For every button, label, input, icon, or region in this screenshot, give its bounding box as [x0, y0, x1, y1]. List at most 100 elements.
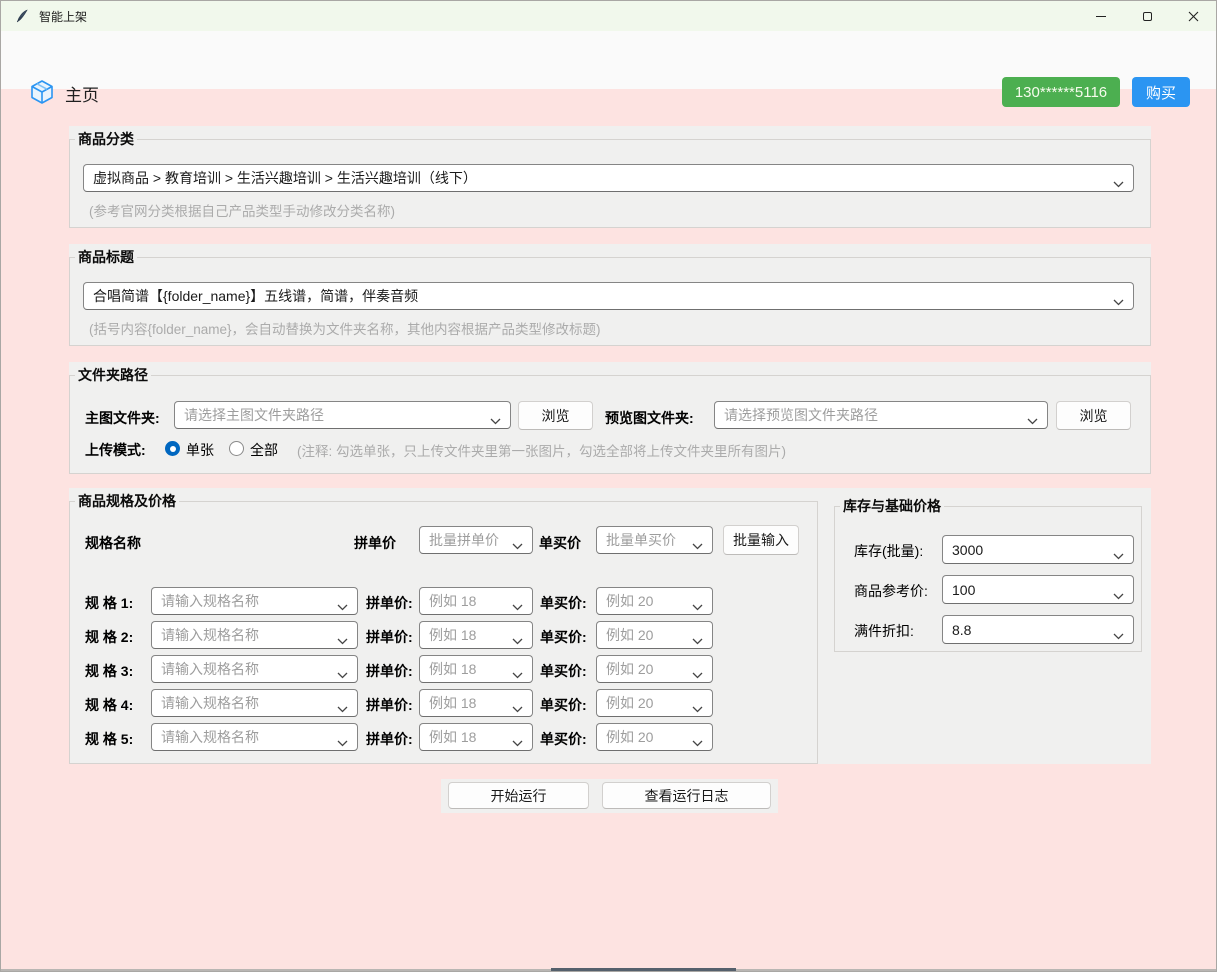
stock-section: 库存与基础价格 库存(批量): 3000 商品参考价: 100 满件折扣: 8.… [834, 493, 1142, 652]
app-feather-icon [14, 8, 30, 24]
stock-field-value: 3000 [952, 542, 983, 558]
chevron-down-icon [692, 537, 703, 555]
main-folder-label: 主图文件夹: [85, 408, 160, 428]
category-combobox[interactable]: 虚拟商品 > 教育培训 > 生活兴趣培训 > 生活兴趣培训（线下） [83, 164, 1134, 192]
group-price-combobox[interactable]: 例如 18 [419, 689, 533, 717]
chevron-down-icon [490, 412, 501, 430]
stock-field-label: 库存(批量): [854, 541, 923, 561]
chevron-down-icon [337, 598, 348, 616]
browse-preview-button[interactable]: 浏览 [1056, 401, 1131, 430]
single-price-combobox[interactable]: 例如 20 [596, 655, 713, 683]
minimize-button[interactable] [1078, 1, 1124, 31]
chevron-down-icon [692, 632, 703, 650]
maximize-button[interactable] [1124, 1, 1170, 31]
spec-name-header: 规格名称 [85, 533, 141, 553]
view-log-button[interactable]: 查看运行日志 [602, 782, 771, 809]
stock-field-value: 100 [952, 582, 975, 598]
group-price-combobox[interactable]: 例如 18 [419, 723, 533, 751]
chevron-down-icon [1113, 175, 1124, 193]
chevron-down-icon [1027, 412, 1038, 430]
account-phone-button[interactable]: 130******5116 [1002, 77, 1120, 107]
stock-field-label: 商品参考价: [854, 581, 928, 601]
stock-field-label: 满件折扣: [854, 621, 914, 641]
title-combobox[interactable]: 合唱简谱【{folder_name}】五线谱，简谱，伴奏音频 [83, 282, 1134, 310]
chevron-down-icon [337, 666, 348, 684]
close-button[interactable] [1170, 1, 1216, 31]
radio-single-label[interactable]: 单张 [186, 440, 214, 460]
spec-row-label: 规 格 3: [85, 661, 133, 681]
group-price-placeholder: 例如 18 [429, 591, 476, 611]
row-group-price-label: 拼单价: [366, 695, 413, 715]
spec-name-combobox[interactable]: 请输入规格名称 [151, 621, 358, 649]
stock-section-title: 库存与基础价格 [840, 496, 944, 516]
title-section-title: 商品标题 [75, 247, 137, 267]
group-price-combobox[interactable]: 例如 18 [419, 621, 533, 649]
group-price-placeholder: 例如 18 [429, 727, 476, 747]
row-group-price-label: 拼单价: [366, 627, 413, 647]
row-single-price-label: 单买价: [540, 627, 587, 647]
preview-folder-placeholder: 请选择预览图文件夹路径 [724, 405, 878, 425]
spec-name-combobox[interactable]: 请输入规格名称 [151, 587, 358, 615]
single-price-placeholder: 例如 20 [606, 625, 653, 645]
chevron-down-icon [692, 700, 703, 718]
row-single-price-label: 单买价: [540, 695, 587, 715]
batch-group-price-combobox[interactable]: 批量拼单价 [419, 526, 533, 554]
group-price-combobox[interactable]: 例如 18 [419, 655, 533, 683]
spec-name-placeholder: 请输入规格名称 [161, 727, 259, 747]
spec-name-combobox[interactable]: 请输入规格名称 [151, 723, 358, 751]
preview-folder-combobox[interactable]: 请选择预览图文件夹路径 [714, 401, 1048, 429]
group-price-combobox[interactable]: 例如 18 [419, 587, 533, 615]
chevron-down-icon [1113, 627, 1124, 645]
spec-section: 商品规格及价格 规格名称 拼单价 批量拼单价 单买价 批量单买价 批量输入 规 … [69, 488, 818, 764]
batch-single-price-placeholder: 批量单买价 [606, 530, 676, 550]
single-price-combobox[interactable]: 例如 20 [596, 723, 713, 751]
chevron-down-icon [1113, 587, 1124, 605]
row-group-price-label: 拼单价: [366, 593, 413, 613]
single-price-combobox[interactable]: 例如 20 [596, 689, 713, 717]
row-group-price-label: 拼单价: [366, 729, 413, 749]
buy-button[interactable]: 购买 [1132, 77, 1190, 107]
spec-name-combobox[interactable]: 请输入规格名称 [151, 655, 358, 683]
main-folder-combobox[interactable]: 请选择主图文件夹路径 [174, 401, 511, 429]
stock-field-combobox[interactable]: 8.8 [942, 615, 1134, 644]
folder-section-title: 文件夹路径 [75, 365, 151, 385]
radio-all[interactable] [229, 441, 244, 456]
batch-single-price-combobox[interactable]: 批量单买价 [596, 526, 713, 554]
title-bar: 智能上架 [1, 1, 1216, 31]
chevron-down-icon [337, 700, 348, 718]
folder-section: 文件夹路径 主图文件夹: 请选择主图文件夹路径 浏览 预览图文件夹: 请选择预览… [69, 362, 1151, 474]
single-price-combobox[interactable]: 例如 20 [596, 587, 713, 615]
single-price-placeholder: 例如 20 [606, 693, 653, 713]
title-hint: (括号内容{folder_name}，会自动替换为文件夹名称，其他内容根据产品类… [89, 318, 601, 338]
row-single-price-label: 单买价: [540, 729, 587, 749]
chevron-down-icon [337, 632, 348, 650]
spec-row-label: 规 格 4: [85, 695, 133, 715]
spec-row-label: 规 格 2: [85, 627, 133, 647]
title-section: 商品标题 合唱简谱【{folder_name}】五线谱，简谱，伴奏音频 (括号内… [69, 244, 1151, 346]
start-run-button[interactable]: 开始运行 [448, 782, 589, 809]
batch-input-button[interactable]: 批量输入 [723, 525, 799, 555]
single-price-combobox[interactable]: 例如 20 [596, 621, 713, 649]
spec-name-placeholder: 请输入规格名称 [161, 659, 259, 679]
stock-field-combobox[interactable]: 100 [942, 575, 1134, 604]
chevron-down-icon [337, 734, 348, 752]
lower-band: 商品规格及价格 规格名称 拼单价 批量拼单价 单买价 批量单买价 批量输入 规 … [69, 488, 1151, 764]
chevron-down-icon [692, 598, 703, 616]
radio-single[interactable] [165, 441, 180, 456]
browse-main-button[interactable]: 浏览 [518, 401, 593, 430]
chevron-down-icon [1113, 547, 1124, 565]
chevron-down-icon [512, 700, 523, 718]
chevron-down-icon [1113, 293, 1124, 311]
header-bar: 主页 130******5116 购买 [1, 31, 1216, 89]
main-folder-placeholder: 请选择主图文件夹路径 [184, 405, 324, 425]
upload-mode-label: 上传模式: [85, 440, 146, 460]
spec-name-combobox[interactable]: 请输入规格名称 [151, 689, 358, 717]
spec-name-placeholder: 请输入规格名称 [161, 625, 259, 645]
batch-group-price-placeholder: 批量拼单价 [429, 530, 499, 550]
radio-all-label[interactable]: 全部 [250, 440, 278, 460]
chevron-down-icon [512, 537, 523, 555]
group-price-placeholder: 例如 18 [429, 693, 476, 713]
spec-row-label: 规 格 5: [85, 729, 133, 749]
stock-field-combobox[interactable]: 3000 [942, 535, 1134, 564]
group-price-header: 拼单价 [354, 533, 396, 553]
